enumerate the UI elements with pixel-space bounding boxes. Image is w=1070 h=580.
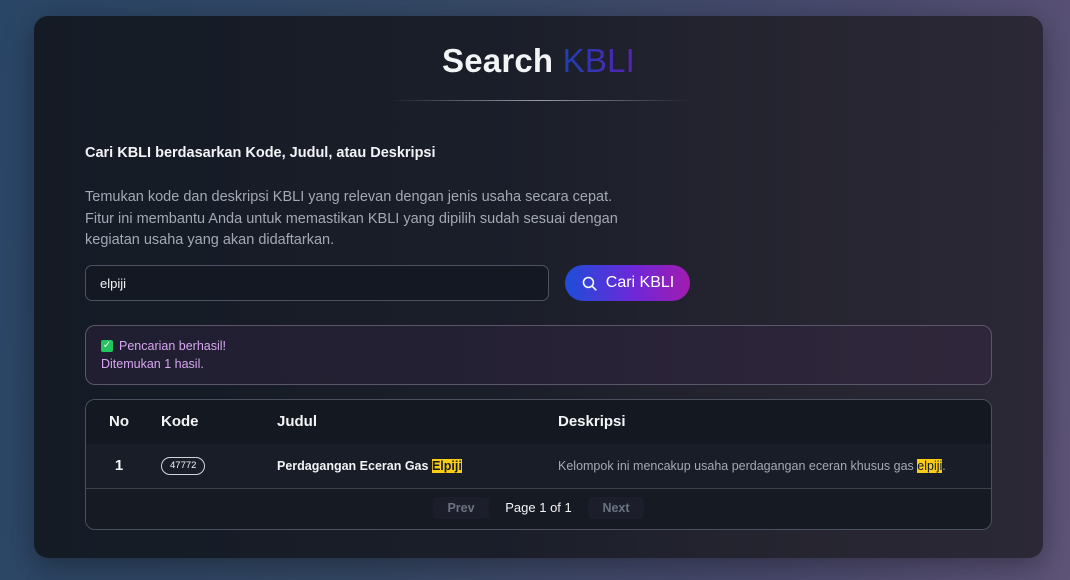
column-header-judul: Judul (277, 413, 317, 430)
cell-no: 1 (114, 457, 124, 474)
description-line: Fitur ini membantu Anda untuk memastikan… (85, 210, 618, 227)
deskripsi-highlight: elpiji (917, 459, 943, 473)
cell-kode: 47772 (161, 444, 206, 488)
judul-highlight: Elpiji (431, 459, 462, 473)
title-divider (389, 100, 689, 101)
next-button[interactable]: Next (588, 497, 644, 519)
column-header-no: No (109, 413, 129, 430)
search-button-label: Cari KBLI (605, 274, 675, 291)
search-input[interactable] (85, 265, 549, 301)
alert-message: Ditemukan 1 hasil. (101, 357, 204, 371)
page-title-accent: KBLI (562, 42, 635, 79)
page-title-main: Search (442, 42, 554, 79)
description-line: Temukan kode dan deskripsi KBLI yang rel… (85, 189, 613, 205)
search-button[interactable]: Cari KBLI (565, 265, 690, 301)
pagination: Prev Page 1 of 1 Next (86, 489, 991, 529)
search-icon (582, 276, 597, 291)
section-description: Temukan kode dan deskripsi KBLI yang rel… (85, 187, 665, 252)
deskripsi-text: Kelompok ini mencakup usaha perdagangan … (558, 459, 918, 473)
deskripsi-suffix: . (942, 459, 946, 473)
section-heading: Cari KBLI berdasarkan Kode, Judul, atau … (85, 145, 436, 161)
alert-title: Pencarian berhasil! (119, 339, 227, 353)
column-header-deskripsi: Deskripsi (558, 413, 626, 430)
page-title: Search KBLI (34, 42, 1043, 80)
judul-text: Perdagangan Eceran Gas (277, 459, 432, 473)
prev-button[interactable]: Prev (433, 497, 489, 519)
table-header: No Kode Judul Deskripsi (86, 400, 991, 445)
table-row[interactable]: 1 47772 Perdagangan Eceran Gas Elpiji Ke… (86, 444, 991, 489)
results-table: No Kode Judul Deskripsi 1 47772 Perdagan… (85, 399, 992, 530)
description-line: kegiatan usaha yang akan didaftarkan. (85, 232, 335, 248)
kode-badge: 47772 (161, 456, 206, 475)
search-card: Search KBLI Cari KBLI berdasarkan Kode, … (34, 16, 1043, 558)
success-alert: ✓ Pencarian berhasil! Ditemukan 1 hasil. (85, 325, 992, 385)
cell-judul: Perdagangan Eceran Gas Elpiji (277, 444, 462, 488)
page-info: Page 1 of 1 (505, 500, 572, 515)
cell-deskripsi: Kelompok ini mencakup usaha perdagangan … (558, 444, 946, 488)
column-header-kode: Kode (161, 413, 199, 430)
check-box-icon: ✓ (101, 340, 113, 352)
